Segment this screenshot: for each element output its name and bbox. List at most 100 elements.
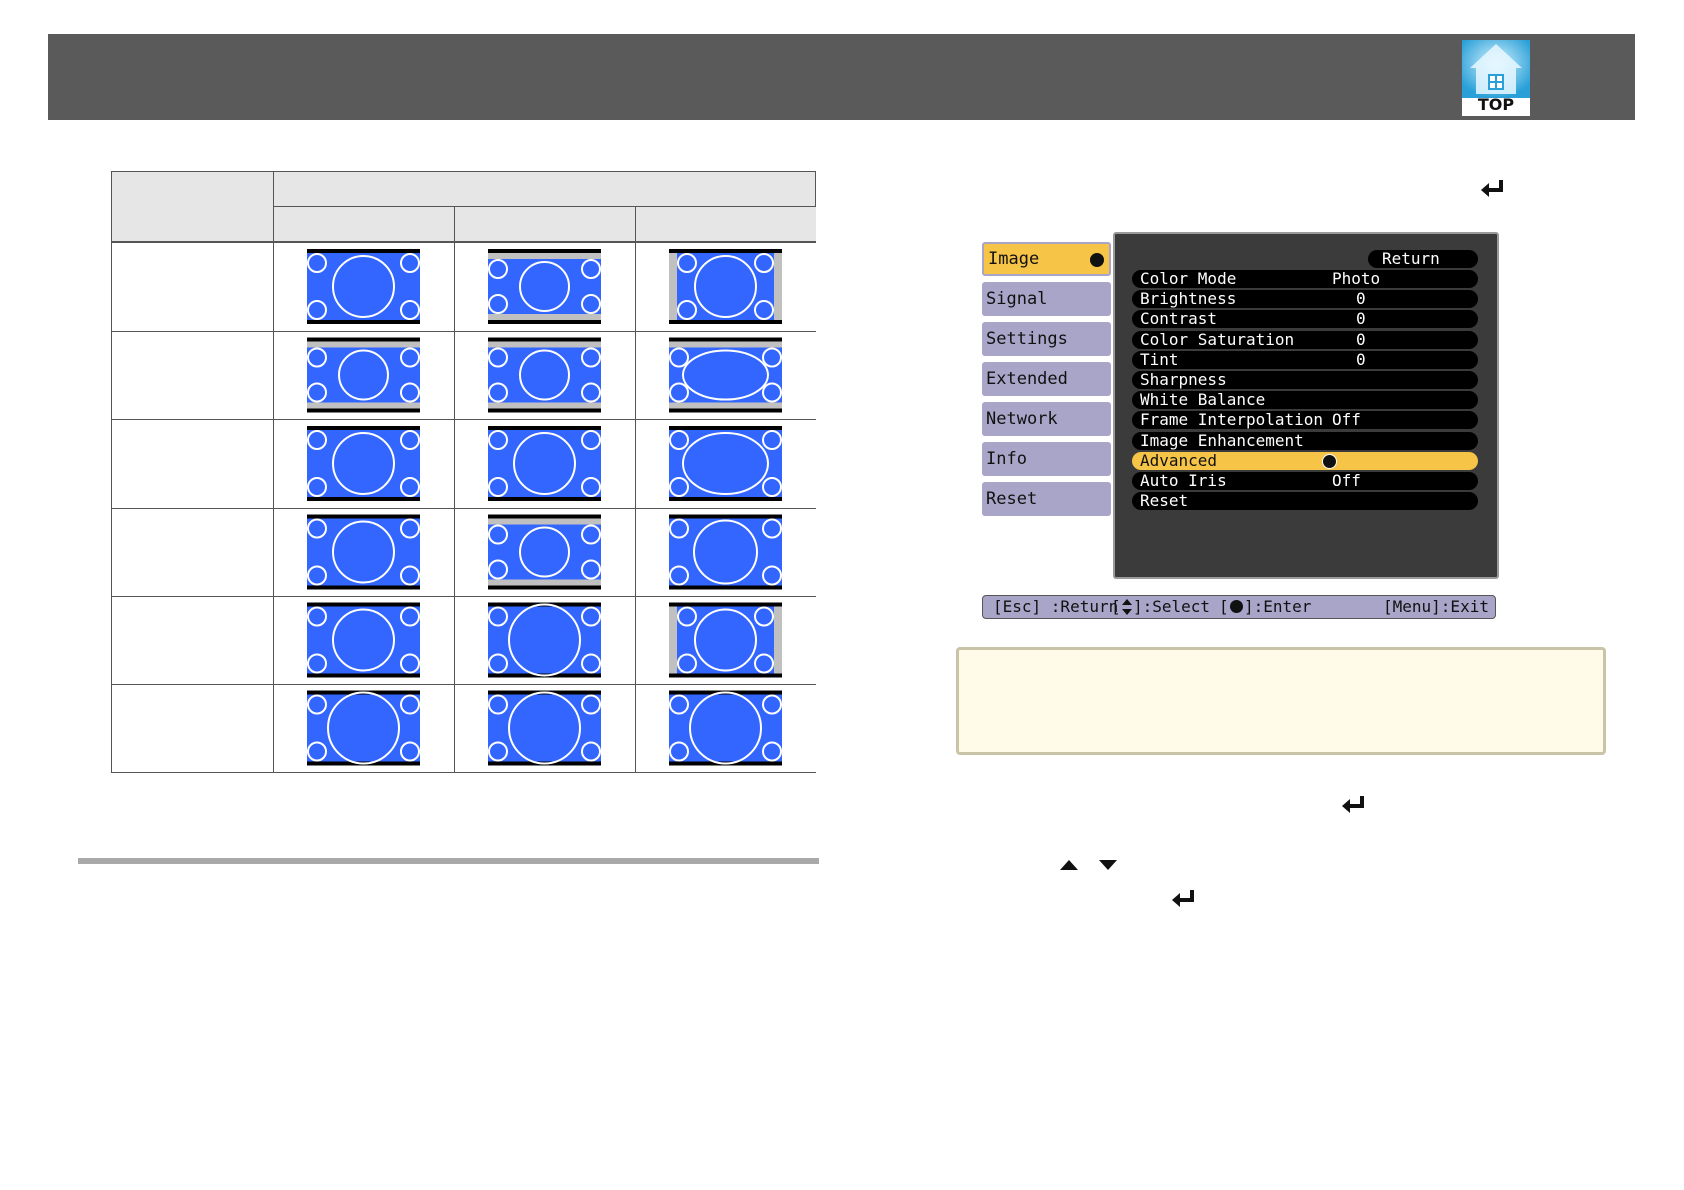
menu-tab-label: Reset — [986, 489, 1038, 509]
table-cell — [111, 596, 274, 685]
menu-tab-label: Network — [986, 409, 1058, 429]
preview-screen — [677, 606, 774, 674]
menu-item-image-enhancement[interactable]: Image Enhancement — [1132, 430, 1478, 450]
menu-tab-info[interactable]: Info — [982, 442, 1111, 476]
footer-select: ]:Select — [1133, 597, 1211, 616]
menu-tab-label: Extended — [986, 369, 1068, 389]
menu-tab-label: Info — [986, 449, 1027, 469]
preview-screen — [488, 259, 601, 314]
table-cell — [111, 508, 274, 597]
preview-screen — [307, 694, 420, 762]
preview-screen — [488, 524, 601, 580]
table-cell — [111, 419, 274, 509]
preview-screen — [307, 606, 420, 674]
enter-icon — [1481, 180, 1503, 197]
table-header-cell — [111, 171, 274, 242]
table-cell — [111, 242, 274, 332]
aspect-ratio-table — [111, 171, 816, 773]
return-button[interactable]: Return — [1368, 250, 1478, 268]
menu-item-label: Advanced — [1140, 450, 1218, 470]
menu-item-contrast[interactable]: Contrast 0 — [1132, 309, 1478, 329]
preview-screen — [488, 694, 601, 762]
footer-exit: [Menu]:Exit — [1383, 597, 1489, 616]
preview-screen — [669, 347, 782, 403]
preview-screen — [669, 430, 782, 497]
menu-item-label: Tint — [1140, 349, 1179, 369]
note-box — [956, 647, 1606, 755]
footer-esc: [Esc] :Return — [993, 597, 1119, 616]
menu-item-advanced[interactable]: Advanced — [1132, 450, 1478, 470]
preview-screen — [307, 253, 420, 320]
menu-tab-network[interactable]: Network — [982, 402, 1111, 436]
aspect-ratio-grid — [111, 171, 816, 773]
menu-item-label: Color Saturation — [1140, 329, 1295, 349]
menu-item-value: Off — [1332, 410, 1361, 430]
menu-item-value: 0 — [1356, 329, 1366, 349]
projector-menu: Image Signal Settings Extended Network Info Re… — [978, 230, 1499, 620]
preview-screen — [307, 347, 420, 403]
table-header-cell — [273, 171, 816, 207]
preview-screen — [669, 694, 782, 762]
table-header-cell — [273, 206, 455, 242]
menu-item-label: Sharpness — [1140, 370, 1227, 389]
menu-tab-label: Image — [988, 249, 1040, 269]
top-label: TOP — [1477, 95, 1515, 114]
menu-item-color-mode[interactable]: Color Mode Photo — [1132, 270, 1478, 288]
preview-screen — [488, 430, 601, 497]
menu-item-color-saturation[interactable]: Color Saturation 0 — [1132, 329, 1478, 349]
menu-tab-label: Settings — [986, 329, 1068, 349]
menu-item-white-balance[interactable]: White Balance — [1132, 390, 1478, 410]
table-cell — [111, 684, 274, 773]
table-cell — [111, 331, 274, 420]
table-header-cell — [454, 206, 636, 242]
menu-item-value: 0 — [1356, 349, 1366, 369]
menu-item-reset[interactable]: Reset — [1132, 491, 1478, 511]
footer-enter-open: [ — [1219, 597, 1229, 616]
menu-item-sharpness[interactable]: Sharpness — [1132, 371, 1478, 389]
menu-item-tint[interactable]: Tint 0 — [1132, 349, 1478, 369]
menu-item-label: White Balance — [1140, 390, 1266, 410]
menu-tab-signal[interactable]: Signal — [982, 282, 1111, 316]
menu-item-label: Contrast — [1140, 309, 1218, 329]
preview-screen — [669, 518, 782, 586]
menu-item-auto-iris[interactable]: Auto Iris Off — [1132, 472, 1478, 490]
return-label: Return — [1382, 249, 1440, 268]
menu-footer: [Esc] :Return [ ]:Select [ ]:Enter [Menu… — [982, 595, 1496, 619]
enter-icon — [1342, 796, 1364, 813]
table-header-cell — [635, 206, 816, 242]
header-bar — [48, 34, 1635, 120]
menu-item-value: Photo — [1332, 269, 1381, 288]
menu-item-label: Brightness — [1140, 289, 1237, 309]
enter-icon — [1172, 890, 1194, 907]
enter-dot-icon — [1230, 600, 1243, 613]
menu-item-value: 0 — [1356, 309, 1366, 329]
menu-item-label: Frame Interpolation — [1140, 410, 1324, 430]
menu-item-label: Auto Iris — [1140, 471, 1227, 490]
menu-tab-label: Signal — [986, 289, 1048, 309]
footer-enter: ]:Enter — [1244, 597, 1312, 616]
menu-tab-image[interactable]: Image — [982, 242, 1111, 276]
top-link[interactable]: TOP — [1462, 40, 1530, 116]
preview-screen — [488, 606, 601, 674]
menu-item-value: Off — [1332, 471, 1361, 490]
menu-item-value: 0 — [1356, 289, 1366, 309]
menu-tab-reset[interactable]: Reset — [982, 482, 1111, 516]
preview-screen — [307, 518, 420, 586]
menu-tab-extended[interactable]: Extended — [982, 362, 1111, 396]
footer-select-open: [ — [1111, 597, 1121, 616]
menu-item-label: Reset — [1140, 491, 1189, 511]
menu-item-label: Image Enhancement — [1140, 430, 1304, 450]
menu-tab-settings[interactable]: Settings — [982, 322, 1111, 356]
menu-item-frame-interpolation[interactable]: Frame Interpolation Off — [1132, 410, 1478, 430]
menu-item-brightness[interactable]: Brightness 0 — [1132, 289, 1478, 309]
preview-screen — [488, 347, 601, 403]
section-divider — [78, 858, 819, 864]
enter-dot-icon — [1090, 253, 1104, 267]
menu-item-label: Color Mode — [1140, 269, 1237, 288]
enter-dot-icon — [1322, 453, 1337, 469]
updown-icon — [1121, 596, 1133, 618]
down-arrow-icon — [1099, 860, 1117, 870]
up-arrow-icon — [1060, 860, 1078, 870]
preview-screen — [307, 430, 420, 497]
preview-screen — [677, 253, 774, 320]
